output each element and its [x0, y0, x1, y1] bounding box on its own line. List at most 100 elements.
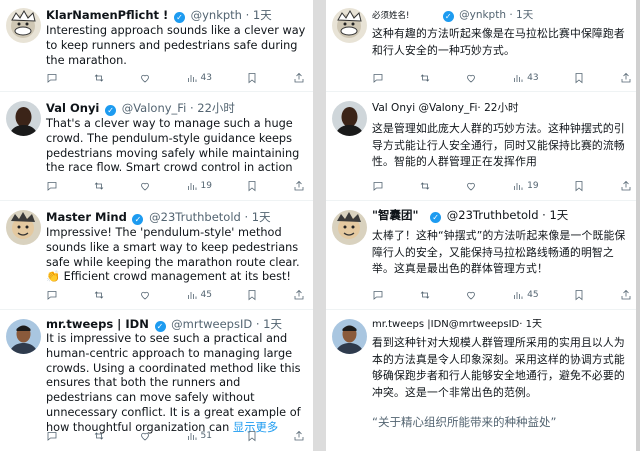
avatar[interactable]: [332, 8, 367, 43]
bookmark-button[interactable]: [246, 72, 258, 84]
share-button[interactable]: [293, 430, 305, 442]
like-button[interactable]: [465, 72, 477, 84]
author-handle[interactable]: @ynkpth: [459, 9, 506, 21]
bookmark-icon: [575, 181, 583, 192]
retweet-button[interactable]: [419, 180, 431, 192]
like-button[interactable]: [465, 289, 477, 301]
share-icon: [294, 72, 304, 83]
reply-button[interactable]: [372, 72, 384, 84]
action-bar: 43: [46, 71, 305, 85]
action-bar: 51: [46, 429, 305, 443]
avatar[interactable]: [6, 101, 41, 136]
retweet-button[interactable]: [93, 180, 105, 192]
author-name[interactable]: Master Mind: [46, 210, 127, 224]
timestamp[interactable]: · 1天: [542, 208, 568, 222]
avatar[interactable]: [6, 319, 41, 354]
reply-button[interactable]: [46, 289, 58, 301]
views-button[interactable]: 43: [512, 72, 539, 84]
timestamp[interactable]: · 22小时: [190, 101, 235, 115]
heart-icon: [467, 291, 476, 300]
author-name[interactable]: "智囊团": [372, 208, 418, 222]
timestamp[interactable]: · 1天: [246, 8, 272, 22]
timestamp[interactable]: · 1天: [245, 210, 271, 224]
avatar[interactable]: [332, 101, 367, 136]
views-button[interactable]: 43: [186, 72, 212, 84]
author-handle[interactable]: @ynkpth: [191, 8, 242, 22]
like-button[interactable]: [139, 180, 151, 192]
timestamp[interactable]: · 1天: [256, 317, 282, 331]
avatar[interactable]: [332, 210, 367, 245]
author-name[interactable]: 必须姓名!: [372, 11, 409, 21]
retweet-button[interactable]: [93, 430, 105, 442]
views-chart-icon: [514, 292, 523, 299]
share-button[interactable]: [620, 180, 632, 192]
reply-tweet[interactable]: mr.tweeps |IDN@mrtweepsID· 1天 看到这种针对大规模人…: [326, 311, 640, 451]
bookmark-button[interactable]: [573, 72, 585, 84]
reply-tweet[interactable]: KlarNamenPflicht ! ✓ @ynkpth · 1天 Intere…: [0, 0, 313, 92]
avatar[interactable]: [332, 319, 367, 354]
reply-button[interactable]: [46, 180, 58, 192]
author-name[interactable]: mr.tweeps | IDN: [46, 317, 149, 331]
tweet-header: KlarNamenPflicht ! ✓ @ynkpth · 1天: [46, 8, 309, 23]
verified-badge-icon: ✓: [154, 321, 166, 332]
reply-tweet[interactable]: Val Onyi ✓ @Valony_Fi · 22小时 That's a cl…: [0, 93, 313, 201]
author-handle[interactable]: @mrtweepsID: [171, 317, 252, 331]
timestamp[interactable]: · 1天: [519, 319, 542, 330]
translated-truncation-text[interactable]: “关于精心组织所能带来的种种益处”: [372, 414, 556, 430]
bookmark-button[interactable]: [573, 289, 585, 301]
timestamp[interactable]: · 22小时: [477, 102, 518, 114]
like-button[interactable]: [139, 289, 151, 301]
author-handle[interactable]: @23Truthbetold: [149, 210, 241, 224]
cartoon-avatar-icon: [6, 8, 41, 43]
author-name[interactable]: Val Onyi: [372, 102, 415, 114]
bookmark-button[interactable]: [246, 430, 258, 442]
views-button[interactable]: 19: [186, 180, 212, 192]
author-name[interactable]: KlarNamenPflicht !: [46, 8, 168, 22]
avatar[interactable]: [6, 210, 41, 245]
reply-button[interactable]: [372, 289, 384, 301]
views-count: 51: [200, 431, 212, 441]
views-button[interactable]: 45: [186, 289, 212, 301]
bookmark-button[interactable]: [246, 180, 258, 192]
reply-tweet[interactable]: Master Mind ✓ @23Truthbetold · 1天 Impres…: [0, 202, 313, 310]
bookmark-button[interactable]: [573, 180, 585, 192]
reply-button[interactable]: [46, 430, 58, 442]
views-button[interactable]: 19: [512, 180, 539, 192]
reply-button[interactable]: [46, 72, 58, 84]
views-button[interactable]: 51: [186, 430, 212, 442]
reply-button[interactable]: [372, 180, 384, 192]
tweet-header: mr.tweeps |IDN@mrtweepsID· 1天: [372, 317, 636, 332]
reply-tweet[interactable]: 必须姓名! ✓ @ynkpth · 1天 这种有趣的方法听起来像是在马拉松比赛中…: [326, 0, 640, 92]
retweet-button[interactable]: [93, 289, 105, 301]
share-button[interactable]: [620, 72, 632, 84]
author-handle[interactable]: @Valony_Fi: [418, 102, 477, 114]
retweet-button[interactable]: [419, 72, 431, 84]
retweet-button[interactable]: [93, 72, 105, 84]
share-button[interactable]: [293, 180, 305, 192]
avatar[interactable]: [6, 8, 41, 43]
retweet-button[interactable]: [419, 289, 431, 301]
tweet-header: "智囊团" ✓ @23Truthbetold · 1天: [372, 208, 636, 223]
author-name[interactable]: Val Onyi: [46, 101, 99, 115]
bookmark-button[interactable]: [246, 289, 258, 301]
action-bar: 43: [372, 71, 632, 85]
like-button[interactable]: [465, 180, 477, 192]
share-button[interactable]: [293, 72, 305, 84]
scrollbar[interactable]: [636, 0, 640, 451]
like-button[interactable]: [139, 72, 151, 84]
reply-icon: [47, 291, 57, 300]
author-handle[interactable]: @23Truthbetold: [447, 208, 539, 222]
views-button[interactable]: 45: [512, 289, 539, 301]
like-button[interactable]: [139, 430, 151, 442]
reply-tweet[interactable]: mr.tweeps | IDN ✓ @mrtweepsID · 1天 It is…: [0, 311, 313, 451]
share-button[interactable]: [620, 289, 632, 301]
reply-tweet[interactable]: "智囊团" ✓ @23Truthbetold · 1天 太棒了！这种“钟摆式”的…: [326, 202, 640, 310]
timestamp[interactable]: · 1天: [509, 9, 533, 21]
action-bar: 45: [372, 288, 632, 302]
author-handle[interactable]: @Valony_Fi: [122, 101, 187, 115]
share-button[interactable]: [293, 289, 305, 301]
author-name[interactable]: mr.tweeps: [372, 319, 424, 330]
reply-tweet[interactable]: Val Onyi @Valony_Fi· 22小时 这是管理如此庞大人群的巧妙方…: [326, 93, 640, 201]
author-handle[interactable]: |IDN@mrtweepsID: [427, 319, 519, 330]
heart-icon: [141, 432, 149, 441]
